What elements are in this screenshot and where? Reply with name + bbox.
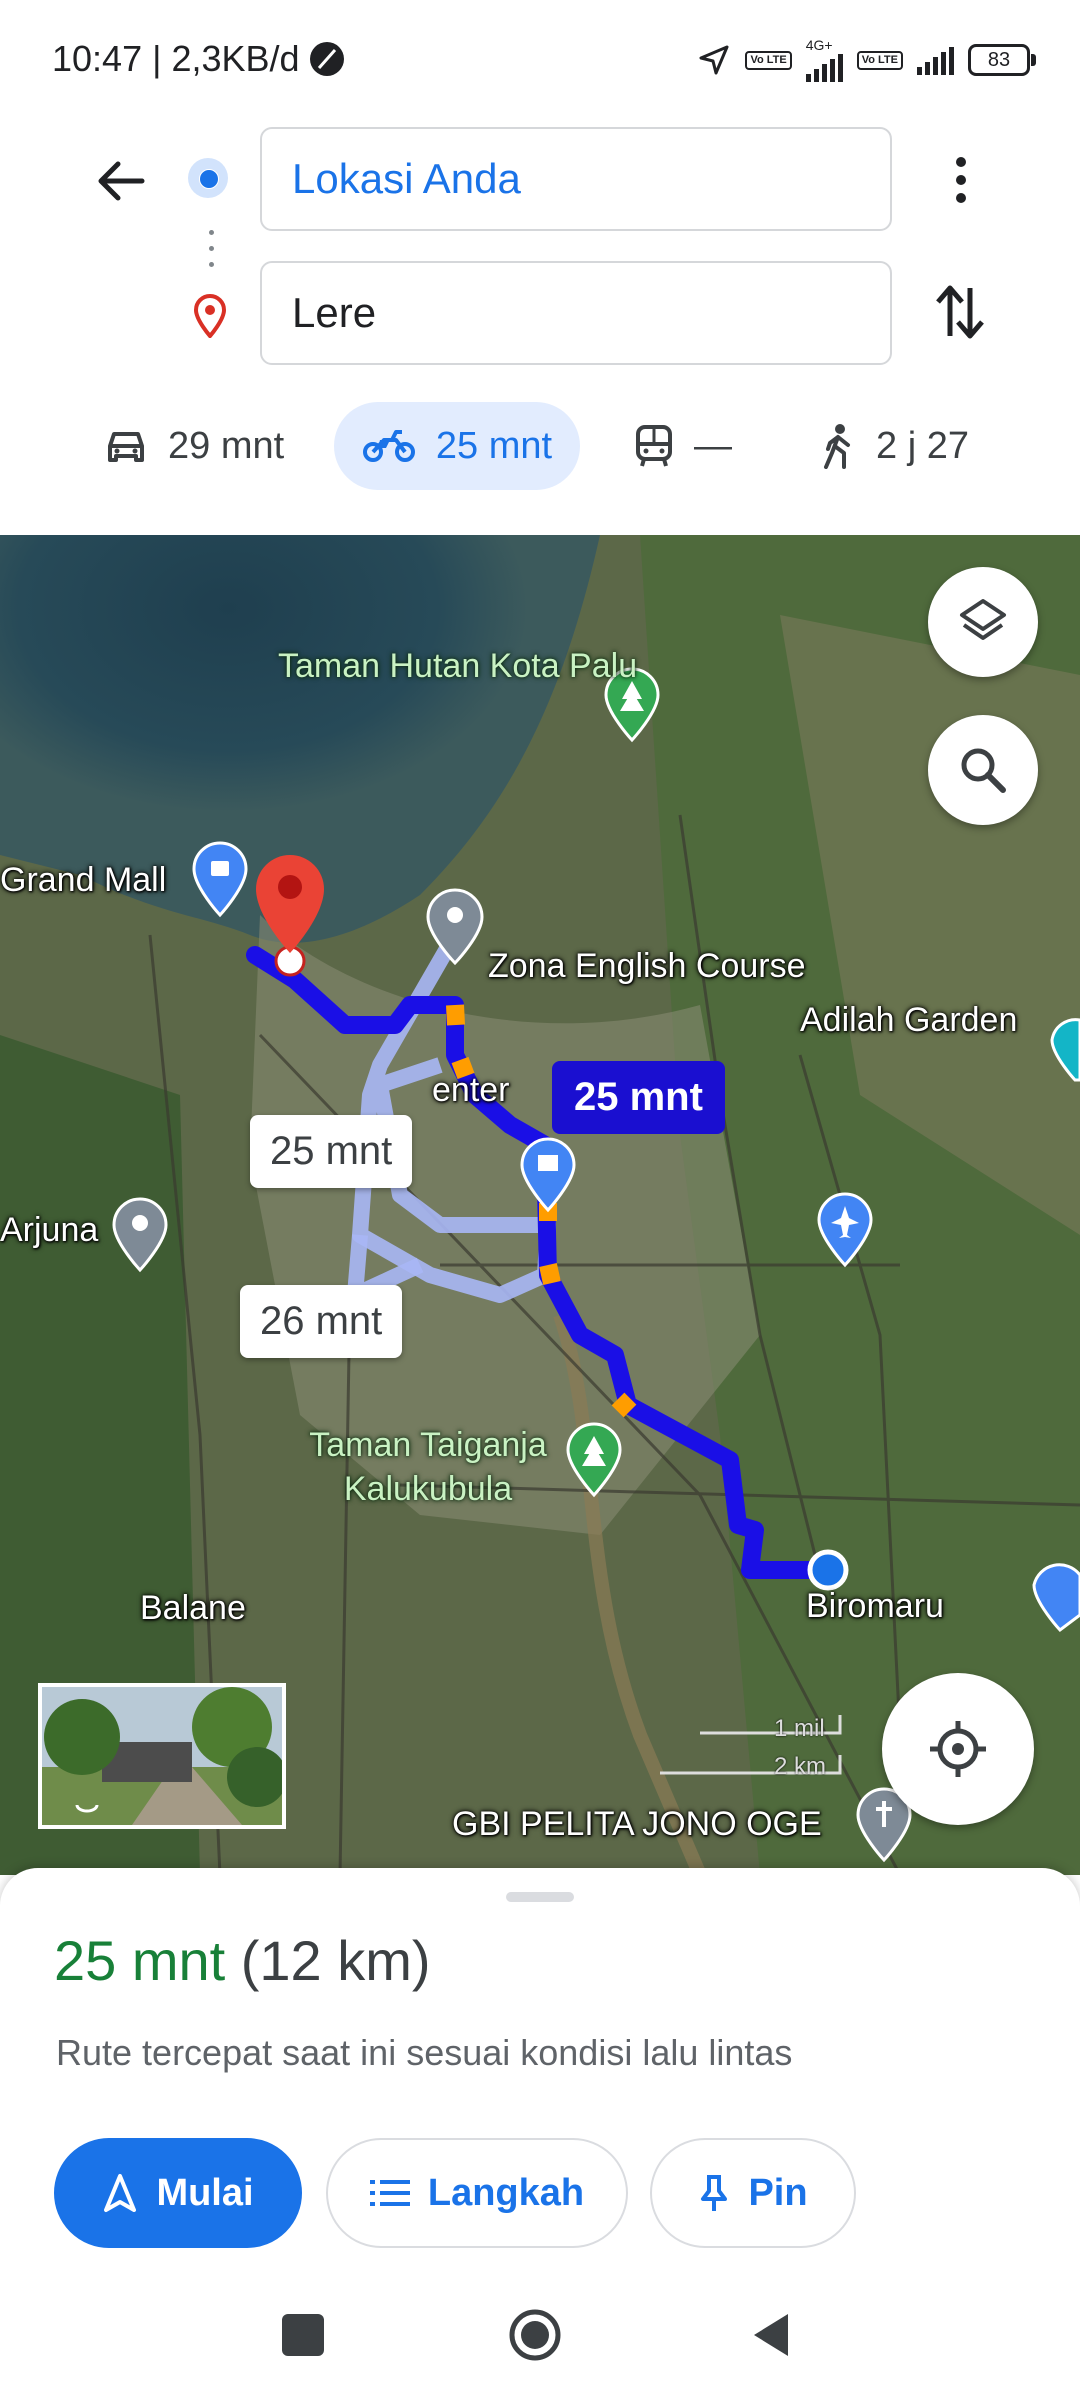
- map-view[interactable]: Taman Hutan Kota Palu Grand Mall Zona En…: [0, 535, 1080, 1875]
- more-vert-icon: [956, 157, 966, 203]
- place-zona-english[interactable]: Zona English Course: [488, 947, 806, 986]
- battery-icon: 83: [968, 44, 1036, 76]
- steps-label: Langkah: [427, 2171, 585, 2214]
- swap-vert-icon: [936, 285, 984, 339]
- my-location-icon: [930, 1721, 986, 1777]
- satellite-map: [0, 535, 1080, 1875]
- street-view-image: [42, 1687, 282, 1825]
- start-button[interactable]: Mulai: [54, 2138, 302, 2248]
- mode-walk-tab[interactable]: 2 j 27: [820, 402, 969, 490]
- motorcycle-icon: [362, 430, 415, 462]
- system-nav-bar: [0, 2270, 1080, 2400]
- home-circle-icon: [509, 2309, 561, 2361]
- origin-field[interactable]: Lokasi Anda: [260, 127, 892, 231]
- navigation-arrow-icon: [104, 2174, 137, 2212]
- place-arjuna[interactable]: Arjuna: [0, 1211, 98, 1250]
- mode-car-label: 29 mnt: [168, 424, 285, 467]
- sheet-drag-handle[interactable]: [506, 1892, 574, 1902]
- more-options-button[interactable]: [940, 152, 982, 208]
- scale-km: 2 km: [774, 1753, 827, 1780]
- signal-icon: [805, 52, 843, 82]
- home-button[interactable]: [508, 2308, 562, 2362]
- list-icon: [369, 2180, 410, 2206]
- mode-transit-tab[interactable]: —: [634, 402, 732, 490]
- signal-icon-2: [917, 45, 954, 75]
- data-saver-icon: [309, 42, 344, 76]
- status-bar: 10:47 | 2,3KB/d Vo LTE 4G+ Vo LTE 83: [0, 0, 1080, 110]
- route-duration: 25 mnt: [54, 1929, 226, 1992]
- status-icons: Vo LTE 4G+ Vo LTE 83: [697, 37, 1036, 82]
- route-time-alt-1[interactable]: 25 mnt: [250, 1115, 413, 1188]
- my-location-button[interactable]: [882, 1673, 1034, 1825]
- destination-field[interactable]: Lere: [260, 261, 892, 365]
- place-balane[interactable]: Balane: [140, 1589, 246, 1628]
- car-icon: [108, 432, 144, 462]
- mode-motorcycle-label: 25 mnt: [435, 424, 553, 467]
- route-time-alt-2[interactable]: 26 mnt: [240, 1285, 403, 1358]
- street-view-thumbnail[interactable]: [38, 1683, 286, 1829]
- layers-icon: [960, 599, 1006, 640]
- origin-dot-icon: [188, 158, 228, 198]
- place-grand-mall[interactable]: Grand Mall: [0, 861, 166, 900]
- back-button[interactable]: [90, 150, 152, 212]
- walk-icon: [824, 424, 850, 469]
- layers-button[interactable]: [928, 567, 1038, 677]
- status-time-text: 10:47 | 2,3KB/d: [52, 38, 300, 79]
- pin-label: Pin: [748, 2171, 808, 2214]
- place-center[interactable]: enter: [432, 1071, 510, 1110]
- route-distance: (12 km): [240, 1929, 431, 1992]
- destination-pin-icon: [190, 294, 230, 340]
- steps-button[interactable]: Langkah: [326, 2138, 628, 2248]
- volte-badge: Vo LTE: [745, 50, 792, 70]
- back-triangle-icon: [754, 2314, 788, 2356]
- network-type: 4G+: [805, 37, 833, 53]
- start-label: Mulai: [156, 2171, 254, 2214]
- search-icon: [961, 748, 1006, 793]
- mode-transit-label: —: [694, 424, 732, 467]
- arrow-back-icon: [98, 161, 145, 201]
- place-biromaru[interactable]: Biromaru: [806, 1587, 944, 1626]
- volte-badge-2: Vo LTE: [856, 50, 903, 70]
- swap-route-button[interactable]: [930, 280, 990, 344]
- route-description: Rute tercepat saat ini sesuai kondisi la…: [56, 2032, 793, 2073]
- mode-walk-label: 2 j 27: [876, 424, 969, 467]
- mode-motorcycle-tab[interactable]: 25 mnt: [334, 402, 580, 490]
- recents-button[interactable]: [282, 2314, 324, 2356]
- back-nav-button[interactable]: [748, 2310, 792, 2360]
- place-adilah-garden[interactable]: Adilah Garden: [800, 1001, 1017, 1040]
- route-connector-dot: [209, 246, 214, 251]
- place-taman-taiganja[interactable]: Taman Taiganja Kalukubula: [298, 1423, 558, 1511]
- pin-button[interactable]: Pin: [650, 2138, 856, 2248]
- scale-miles: 1 mil: [774, 1715, 825, 1742]
- pin-icon: [701, 2175, 728, 2211]
- search-map-button[interactable]: [928, 715, 1038, 825]
- route-connector-dot: [209, 230, 214, 235]
- status-time: 10:47 | 2,3KB/d: [52, 38, 346, 80]
- route-time-main[interactable]: 25 mnt: [552, 1061, 725, 1134]
- route-summary: 25 mnt (12 km): [54, 1928, 431, 1993]
- bus-icon: [636, 425, 672, 467]
- place-gbi[interactable]: GBI PELITA JONO OGE: [452, 1805, 822, 1844]
- location-arrow-icon: [699, 45, 729, 75]
- mode-car-tab[interactable]: 29 mnt: [104, 402, 284, 490]
- route-connector-dot: [209, 262, 214, 267]
- place-taman-hutan[interactable]: Taman Hutan Kota Palu: [278, 647, 637, 686]
